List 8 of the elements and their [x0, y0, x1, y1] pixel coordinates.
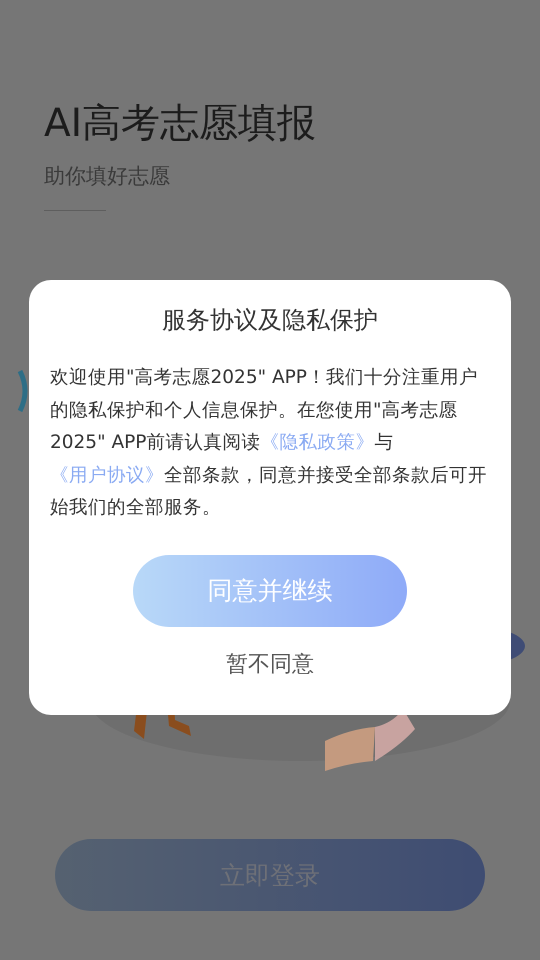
policy-link[interactable]: 《用户协议》: [50, 464, 164, 486]
dialog-title: 服务协议及隐私保护: [162, 305, 378, 336]
app-subtitle: 助你填好志愿: [44, 163, 170, 190]
agreement-text: 欢迎使用"高考志愿2025" APP！我们十分注重用户的隐私保护和个人信息保护。在您使用"高考志愿2025" APP前请认真阅读《隐私政策》与 《用户协议》全部条款，同意并接受全部条款后可开始我们的全部服务。: [50, 366, 488, 520]
decline-button[interactable]: 暂不同意: [218, 644, 322, 683]
policy-link[interactable]: 《隐私政策》: [260, 432, 374, 454]
app-title: AI高考志愿填报: [44, 100, 316, 148]
agree-button[interactable]: 同意并继续: [133, 554, 407, 627]
